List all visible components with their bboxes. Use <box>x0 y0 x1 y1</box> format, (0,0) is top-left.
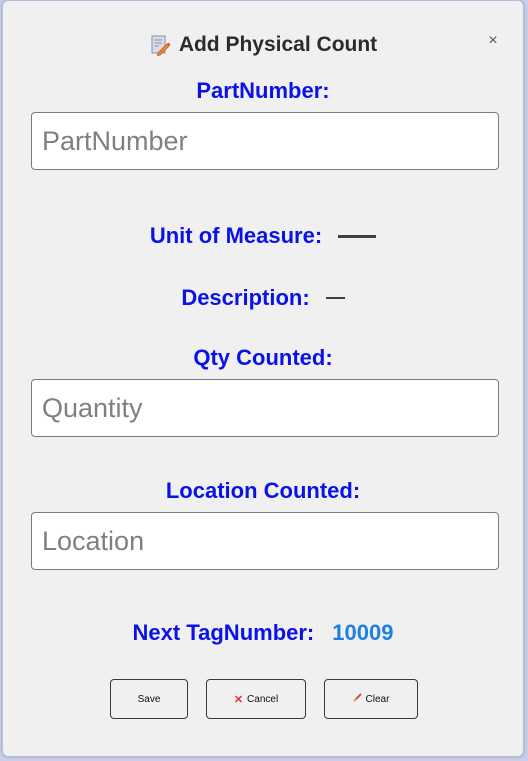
dialog-title-bar: Add Physical Count <box>3 29 523 61</box>
clear-button-label: Clear <box>365 693 390 705</box>
description-label: Description: <box>181 285 310 310</box>
save-button-label: Save <box>137 693 161 705</box>
add-physical-count-dialog: Add Physical Count × PartNumber: Unit of… <box>2 0 524 757</box>
unit-of-measure-row: Unit of Measure: <box>3 223 523 249</box>
save-button[interactable]: Save <box>110 679 188 719</box>
unit-of-measure-label: Unit of Measure: <box>149 223 323 248</box>
next-tag-row: Next TagNumber: 10009 <box>3 620 523 646</box>
x-icon: ✕ <box>233 693 244 706</box>
eraser-icon <box>352 693 362 705</box>
next-tag-value: 10009 <box>332 620 394 645</box>
part-number-label: PartNumber: <box>196 78 330 103</box>
cancel-button[interactable]: ✕ Cancel <box>206 679 306 719</box>
description-value <box>325 297 345 299</box>
part-number-input[interactable] <box>31 112 499 170</box>
description-row: Description: <box>3 285 523 311</box>
close-button[interactable]: × <box>483 31 503 51</box>
unit-of-measure-value <box>338 234 377 238</box>
location-counted-label: Location Counted: <box>165 478 361 503</box>
quantity-input[interactable] <box>31 379 499 437</box>
clear-button[interactable]: Clear <box>324 679 418 719</box>
dialog-title: Add Physical Count <box>178 33 378 56</box>
location-input[interactable] <box>31 512 499 570</box>
cancel-button-label: Cancel <box>247 693 279 705</box>
edit-document-icon <box>149 34 171 57</box>
next-tag-label: Next TagNumber: <box>132 620 315 645</box>
qty-counted-label: Qty Counted: <box>193 345 333 370</box>
